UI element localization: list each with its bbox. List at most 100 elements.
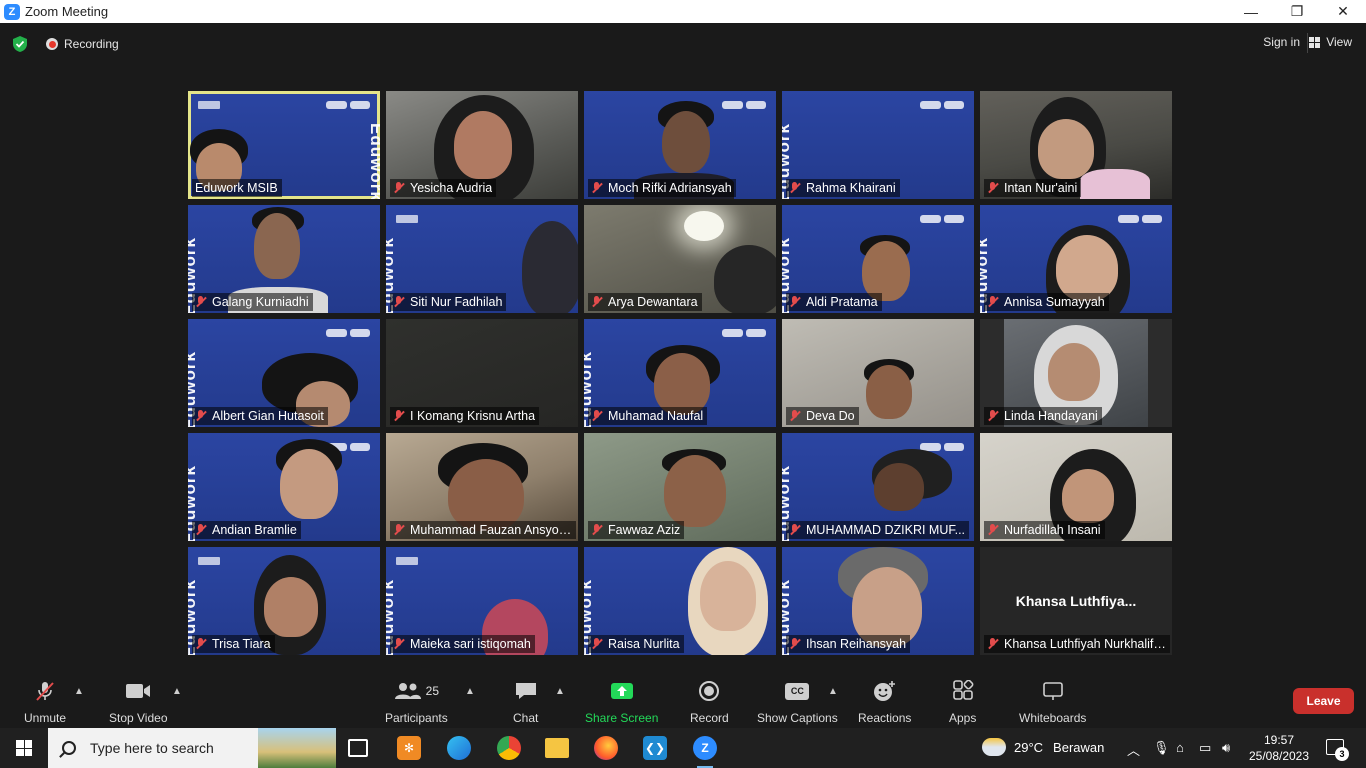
- participant-tile[interactable]: Yesicha Audria: [386, 91, 578, 199]
- mic-muted-icon: [591, 410, 603, 422]
- participant-tile[interactable]: Eduwork Annisa Sumayyah: [980, 205, 1172, 313]
- record-icon: [699, 681, 720, 701]
- taskbar-clock[interactable]: 19:57 25/08/2023: [1244, 732, 1314, 764]
- participant-tile[interactable]: Eduwork Aldi Pratama: [782, 205, 974, 313]
- recording-indicator[interactable]: Recording: [46, 37, 119, 51]
- participant-tile[interactable]: Muhammad Fauzan Ansyor...: [386, 433, 578, 541]
- clock-time: 19:57: [1263, 733, 1295, 747]
- participant-tile[interactable]: Eduwork Galang Kurniadhi: [188, 205, 380, 313]
- participants-button[interactable]: 25 Participants: [385, 680, 448, 725]
- apps-icon: [952, 680, 974, 700]
- participant-name-label: Muhamad Naufal: [588, 407, 708, 425]
- mic-muted-icon: [987, 410, 999, 422]
- participant-tile[interactable]: Eduwork Ihsan Reihansyah: [782, 547, 974, 655]
- participant-tile[interactable]: Eduwork Rahma Khairani: [782, 91, 974, 199]
- whiteboards-button[interactable]: Whiteboards: [1019, 680, 1086, 725]
- weather-widget[interactable]: 29°C Berawan: [982, 738, 1104, 756]
- chat-button[interactable]: Chat: [513, 680, 538, 725]
- stop-video-button[interactable]: Stop Video: [109, 680, 168, 725]
- microphone-icon[interactable]: 🎙︎: [1153, 740, 1170, 756]
- sponsor-logos: [722, 101, 766, 109]
- participant-tile[interactable]: Arya Dewantara: [584, 205, 776, 313]
- participant-tile[interactable]: Eduwork Muhamad Naufal: [584, 319, 776, 427]
- participant-tile[interactable]: Eduwork Maieka sari istiqomah: [386, 547, 578, 655]
- participant-face: [254, 213, 300, 279]
- sponsor-logos: [920, 215, 964, 223]
- sponsor-logo: [396, 557, 418, 565]
- participants-options-caret[interactable]: ▲: [465, 686, 475, 697]
- start-button[interactable]: [0, 728, 48, 768]
- participant-tile[interactable]: Eduwork Trisa Tiara: [188, 547, 380, 655]
- vscode-icon[interactable]: ❮❯: [643, 736, 667, 760]
- sponsor-logos: [326, 101, 370, 109]
- participants-icon: [394, 683, 421, 699]
- participant-tile[interactable]: Fawwaz Aziz: [584, 433, 776, 541]
- show-hidden-icons-chevron-icon[interactable]: ︿: [1127, 740, 1140, 759]
- mic-muted-icon: [987, 296, 999, 308]
- sponsor-logos: [326, 329, 370, 337]
- meeting-toolbar: Unmute ▲ Stop Video ▲ 25 Participants ▲ …: [0, 672, 1366, 728]
- participant-tile[interactable]: Khansa Luthfiya... Khansa Luthfiyah Nurk…: [980, 547, 1172, 655]
- participant-tile[interactable]: Intan Nur'aini: [980, 91, 1172, 199]
- participant-tile[interactable]: Deva Do: [782, 319, 974, 427]
- mic-muted-icon: [591, 182, 603, 194]
- participant-video: [714, 245, 776, 313]
- restore-button[interactable]: ❐: [1274, 0, 1320, 23]
- security-shield-icon[interactable]: [12, 35, 28, 53]
- sign-in-button[interactable]: Sign in: [1263, 35, 1300, 49]
- video-options-caret[interactable]: ▲: [172, 686, 182, 697]
- participant-tile[interactable]: Eduwork Andian Bramlie: [188, 433, 380, 541]
- xampp-icon[interactable]: ✻: [397, 736, 421, 760]
- minimize-button[interactable]: —: [1228, 0, 1274, 23]
- close-button[interactable]: ✕: [1320, 0, 1366, 23]
- mic-muted-icon: [393, 410, 405, 422]
- task-view-icon[interactable]: [348, 739, 368, 757]
- mic-muted-icon: [987, 638, 999, 650]
- participant-face: [662, 111, 710, 173]
- participant-tile[interactable]: I Komang Krisnu Artha: [386, 319, 578, 427]
- audio-options-caret[interactable]: ▲: [74, 686, 84, 697]
- sponsor-logo: [396, 215, 418, 223]
- notification-count-badge: 3: [1335, 747, 1349, 761]
- participant-tile[interactable]: Eduwork Raisa Nurlita: [584, 547, 776, 655]
- zoom-app-icon[interactable]: Z: [693, 736, 717, 768]
- participant-face: [280, 449, 338, 519]
- share-screen-icon: [610, 683, 633, 699]
- captions-icon: CC: [785, 682, 810, 700]
- participant-tile[interactable]: Moch Rifki Adriansyah: [584, 91, 776, 199]
- notification-center-icon[interactable]: 3: [1326, 739, 1349, 761]
- file-explorer-icon[interactable]: [545, 738, 569, 758]
- record-button[interactable]: Record: [690, 680, 729, 725]
- participant-tile[interactable]: Linda Handayani: [980, 319, 1172, 427]
- network-icon[interactable]: ⌂: [1176, 740, 1184, 755]
- view-button[interactable]: View: [1309, 35, 1352, 49]
- share-screen-button[interactable]: Share Screen: [585, 680, 658, 725]
- sponsor-logos: [722, 329, 766, 337]
- participant-tile[interactable]: Eduwork MUHAMMAD DZIKRI MUF...: [782, 433, 974, 541]
- participant-tile[interactable]: Eduwork Albert Gian Hutasoit: [188, 319, 380, 427]
- apps-button[interactable]: Apps: [949, 680, 976, 725]
- participant-name-label: MUHAMMAD DZIKRI MUF...: [786, 521, 970, 539]
- unmute-button[interactable]: Unmute: [24, 680, 66, 725]
- battery-icon[interactable]: ▭: [1199, 740, 1211, 756]
- taskbar-search-box[interactable]: Type here to search: [48, 728, 336, 768]
- participant-face: [1048, 343, 1100, 401]
- participant-face: [1062, 469, 1114, 523]
- firefox-browser-icon[interactable]: [594, 736, 618, 760]
- mic-muted-icon: [591, 524, 603, 536]
- participant-name-label: Galang Kurniadhi: [192, 293, 313, 311]
- leave-button[interactable]: Leave: [1293, 688, 1354, 714]
- participant-tile[interactable]: Eduwork Eduwork MSIB: [188, 91, 380, 199]
- reactions-button[interactable]: Reactions: [858, 680, 911, 725]
- captions-options-caret[interactable]: ▲: [828, 686, 838, 697]
- gallery-grid-icon: [1309, 36, 1321, 48]
- participant-tile[interactable]: Eduwork Siti Nur Fadhilah: [386, 205, 578, 313]
- mic-muted-icon: [195, 524, 207, 536]
- show-captions-button[interactable]: CC Show Captions: [757, 680, 838, 725]
- chat-options-caret[interactable]: ▲: [555, 686, 565, 697]
- volume-icon[interactable]: 🔊︎: [1222, 740, 1230, 756]
- edge-browser-icon[interactable]: [447, 736, 471, 760]
- participant-tile[interactable]: Nurfadillah Insani: [980, 433, 1172, 541]
- participant-name-label: Aldi Pratama: [786, 293, 882, 311]
- chrome-browser-icon[interactable]: [497, 736, 521, 760]
